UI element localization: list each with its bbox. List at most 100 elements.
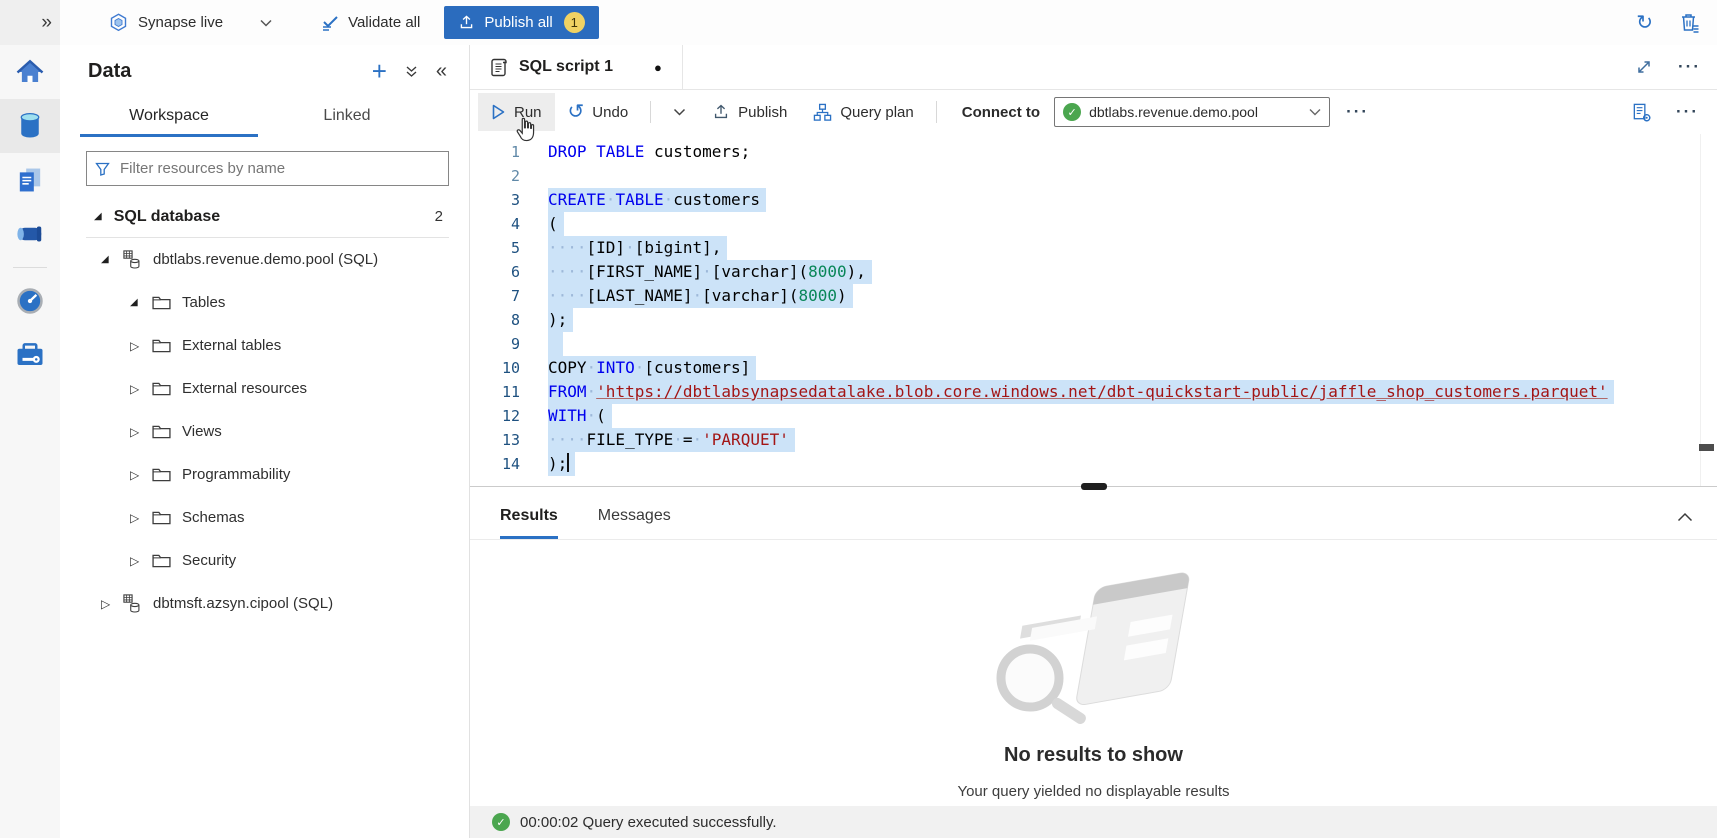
editor-more-icon[interactable]: ··· — [1676, 102, 1699, 122]
rail-item-develop[interactable] — [0, 153, 60, 207]
splitter-handle[interactable] — [1081, 483, 1107, 490]
toolbar-more-icon[interactable]: ··· — [1346, 102, 1369, 122]
actions-chevron-icon[interactable] — [405, 65, 418, 78]
selection-highlight: ); — [548, 452, 575, 476]
selection-highlight: COPY·INTO·[customers] — [548, 356, 756, 380]
scrollbar-thumb[interactable] — [1699, 444, 1714, 451]
code-line-content: ····[LAST_NAME]·[varchar](8000) — [548, 284, 853, 308]
selection-highlight: ····[ID]·[bigint], — [548, 236, 727, 260]
code-line-14[interactable]: 14); — [470, 452, 1717, 476]
run-button[interactable]: Run — [478, 93, 555, 131]
tab-results[interactable]: Results — [500, 495, 558, 539]
results-tab-bar: Results Messages — [470, 495, 1717, 539]
tree-caret-icon[interactable]: ▷ — [130, 554, 152, 568]
code-line-5[interactable]: 5····[ID]·[bigint], — [470, 236, 1717, 260]
tree-item-label: Programmability — [182, 466, 290, 483]
tree-caret-icon[interactable]: ▷ — [101, 597, 123, 611]
code-line-3[interactable]: 3CREATE·TABLE·customers — [470, 188, 1717, 212]
connect-to-label: Connect to — [962, 104, 1040, 121]
publish-label: Publish — [738, 104, 787, 121]
code-line-13[interactable]: 13····FILE_TYPE·=·'PARQUET' — [470, 428, 1717, 452]
expand-rail-icon[interactable]: » — [41, 12, 52, 34]
code-line-12[interactable]: 12WITH·( — [470, 404, 1717, 428]
tab-messages[interactable]: Messages — [598, 495, 671, 539]
rail-item-data[interactable] — [0, 99, 60, 153]
undo-icon: ↺ — [568, 102, 585, 122]
sql-code-editor[interactable]: 1DROP TABLE customers;23CREATE·TABLE·cus… — [470, 134, 1717, 486]
chevron-down-icon — [260, 19, 272, 27]
run-options-chevron[interactable] — [660, 93, 699, 131]
topbar-right-actions: ↻ — [1636, 12, 1699, 33]
discard-all-icon[interactable] — [1679, 12, 1699, 33]
collapse-results-icon[interactable] — [1677, 512, 1693, 522]
synapse-logo-icon — [108, 12, 129, 34]
tree-item-dbtlabs-revenue-demo-pool-sql[interactable]: ◢dbtlabs.revenue.demo.pool (SQL) — [60, 238, 469, 281]
tree-caret-icon[interactable]: ▷ — [130, 382, 152, 396]
tree-caret-icon[interactable]: ▷ — [130, 425, 152, 439]
tree-item-tables[interactable]: ◢Tables — [60, 281, 469, 324]
tree-caret-icon[interactable]: ◢ — [130, 297, 152, 308]
run-label: Run — [514, 104, 542, 121]
code-line-8[interactable]: 8); — [470, 308, 1717, 332]
code-line-10[interactable]: 10 COPY·INTO·[customers] — [470, 356, 1717, 380]
tab-more-icon[interactable]: ··· — [1678, 57, 1701, 77]
tree-caret-icon[interactable]: ◢ — [94, 211, 102, 222]
tab-linked[interactable]: Linked — [258, 97, 436, 137]
undo-button[interactable]: ↺ Undo — [555, 93, 642, 131]
add-resource-icon[interactable]: + — [372, 58, 387, 84]
expand-editor-icon[interactable] — [1636, 59, 1652, 75]
code-line-9[interactable]: 9 — [470, 332, 1717, 356]
line-number: 4 — [470, 212, 520, 236]
tree-item-dbtmsft-azsyn-cipool-sql[interactable]: ▷dbtmsft.azsyn.cipool (SQL) — [60, 582, 469, 625]
tree-caret-icon[interactable]: ◢ — [101, 254, 123, 265]
query-plan-button[interactable]: Query plan — [800, 93, 926, 131]
code-line-content: ( — [548, 212, 564, 236]
tree-item-views[interactable]: ▷Views — [60, 410, 469, 453]
code-line-7[interactable]: 7····[LAST_NAME]·[varchar](8000) — [470, 284, 1717, 308]
publish-button[interactable]: Publish — [699, 93, 800, 131]
refresh-icon[interactable]: ↻ — [1636, 13, 1653, 33]
line-number: 1 — [470, 140, 520, 164]
line-number: 10 — [470, 356, 520, 380]
line-number: 2 — [470, 164, 520, 188]
validate-label: Validate all — [348, 14, 420, 31]
filter-resources-input[interactable] — [118, 159, 440, 178]
code-line-2[interactable]: 2 — [470, 164, 1717, 188]
tree-item-security[interactable]: ▷Security — [60, 539, 469, 582]
tree-caret-icon[interactable]: ▷ — [130, 339, 152, 353]
script-properties-icon[interactable] — [1631, 102, 1652, 123]
text-cursor — [567, 453, 569, 472]
tab-sql-script-1[interactable]: SQL script 1 ● — [470, 45, 683, 89]
line-number: 12 — [470, 404, 520, 428]
code-line-4[interactable]: 4( — [470, 212, 1717, 236]
tree-item-external-resources[interactable]: ▷External resources — [60, 367, 469, 410]
publish-all-button[interactable]: Publish all 1 — [444, 6, 598, 39]
rail-item-monitor[interactable] — [0, 274, 60, 328]
resource-tree: ◢dbtlabs.revenue.demo.pool (SQL)◢Tables▷… — [60, 238, 469, 625]
tree-item-programmability[interactable]: ▷ Programmability — [60, 453, 469, 496]
rail-item-manage[interactable] — [0, 328, 60, 382]
status-text: 00:00:02 Query executed successfully. — [520, 814, 777, 831]
line-number: 9 — [470, 332, 520, 356]
tab-workspace[interactable]: Workspace — [80, 97, 258, 137]
rail-item-integrate[interactable] — [0, 207, 60, 261]
code-line-11[interactable]: 11FROM·'https://dbtlabsynapsedatalake.bl… — [470, 380, 1717, 404]
tree-item-external-tables[interactable]: ▷External tables — [60, 324, 469, 367]
manage-icon — [15, 341, 45, 369]
develop-icon — [16, 166, 44, 194]
connect-to-pool-dropdown[interactable]: ✓ dbtlabs.revenue.demo.pool — [1054, 97, 1330, 127]
code-line-1[interactable]: 1DROP TABLE customers; — [470, 140, 1717, 164]
unsaved-changes-dot: ● — [654, 60, 662, 75]
tree-item-schemas[interactable]: ▷Schemas — [60, 496, 469, 539]
line-number: 11 — [470, 380, 520, 404]
validate-all-button[interactable]: Validate all — [310, 6, 430, 40]
folder-icon — [152, 553, 182, 568]
selection-highlight: ····FILE_TYPE·=·'PARQUET' — [548, 428, 795, 452]
collapse-panel-icon[interactable]: « — [436, 60, 447, 83]
synapse-live-selector[interactable]: Synapse live — [98, 6, 282, 40]
code-line-6[interactable]: 6····[FIRST_NAME]·[varchar](8000), — [470, 260, 1717, 284]
tree-caret-icon[interactable]: ▷ — [130, 468, 152, 482]
tree-caret-icon[interactable]: ▷ — [130, 511, 152, 525]
rail-item-home[interactable] — [0, 45, 60, 99]
tree-section-sql-database[interactable]: ◢ SQL database 2 — [60, 196, 469, 237]
